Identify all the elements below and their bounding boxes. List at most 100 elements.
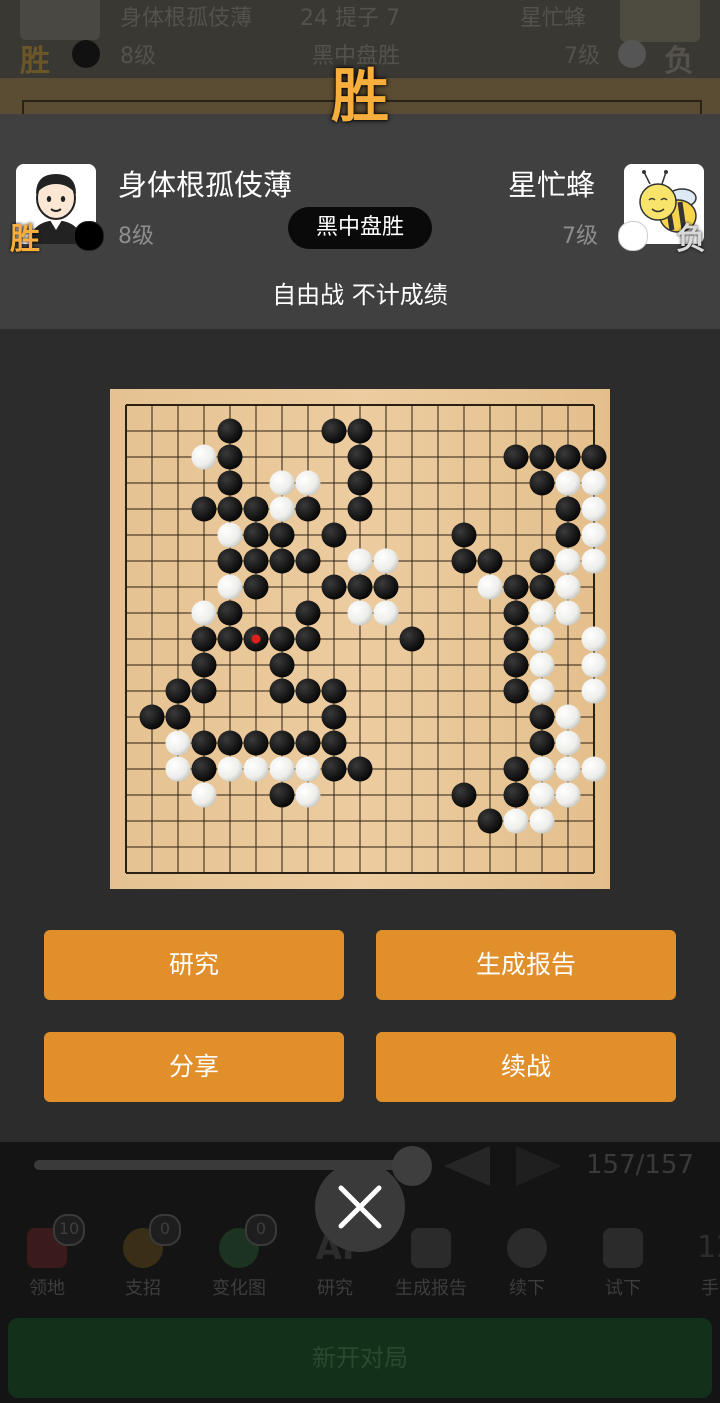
black-stone	[529, 470, 555, 496]
bg-white-lose-badge: 负	[664, 44, 694, 79]
bg-tool-variation: 0 变化图	[199, 1214, 279, 1300]
white-stone	[555, 548, 581, 574]
report-icon	[411, 1228, 451, 1268]
black-win-badge: 胜	[10, 222, 40, 257]
black-stone	[451, 522, 477, 548]
white-stone	[243, 756, 269, 782]
black-stone	[321, 418, 347, 444]
black-stone	[217, 600, 243, 626]
black-stone	[529, 444, 555, 470]
result-pill: 黑中盘胜	[288, 207, 432, 249]
white-stone	[217, 756, 243, 782]
black-stone	[451, 782, 477, 808]
bg-tool-label: 研究	[317, 1278, 353, 1299]
white-stone	[269, 496, 295, 522]
black-stone	[295, 548, 321, 574]
black-stone	[243, 730, 269, 756]
game-type-label: 自由战 不计成绩	[272, 281, 448, 309]
bg-tool-label: 支招	[125, 1278, 161, 1299]
study-button[interactable]: 研究	[44, 930, 344, 1000]
bg-tool-label: 生成报告	[395, 1278, 467, 1299]
white-stone	[581, 522, 607, 548]
white-player-rank: 7级	[562, 224, 598, 249]
white-stone	[555, 600, 581, 626]
black-stone	[477, 808, 503, 834]
black-stone	[529, 704, 555, 730]
white-stone	[529, 808, 555, 834]
share-button[interactable]: 分享	[44, 1032, 344, 1102]
white-stone	[555, 730, 581, 756]
white-stone	[269, 756, 295, 782]
bg-next-arrow-icon	[516, 1146, 562, 1186]
black-stone	[295, 496, 321, 522]
bg-white-name: 星忙蜂	[520, 6, 587, 31]
continue-battle-button[interactable]: 续战	[376, 1032, 676, 1102]
black-stone	[529, 574, 555, 600]
black-player-rank: 8级	[118, 224, 154, 249]
black-stone	[191, 652, 217, 678]
white-stone	[529, 678, 555, 704]
white-stone-icon	[618, 221, 648, 251]
black-stone	[217, 418, 243, 444]
bg-black-win-badge: 胜	[20, 44, 50, 79]
continue-icon	[507, 1228, 547, 1268]
white-stone	[191, 782, 217, 808]
black-stone	[165, 678, 191, 704]
black-stone	[295, 626, 321, 652]
bg-black-rank: 8级	[120, 44, 156, 69]
big-win-banner: 胜	[330, 62, 389, 130]
close-icon	[338, 1185, 382, 1229]
white-stone	[555, 574, 581, 600]
black-stone	[503, 626, 529, 652]
white-stone	[581, 626, 607, 652]
black-stone	[243, 496, 269, 522]
white-stone	[555, 782, 581, 808]
white-stone	[529, 756, 555, 782]
black-stone	[503, 756, 529, 782]
black-stone	[217, 730, 243, 756]
close-button[interactable]	[315, 1162, 405, 1252]
white-stone	[529, 652, 555, 678]
black-stone	[321, 574, 347, 600]
bg-tool-label: 试下	[605, 1278, 641, 1299]
black-stone-icon	[74, 221, 104, 251]
white-stone	[217, 574, 243, 600]
bg-tool-badge: 10	[53, 1214, 85, 1246]
black-stone	[503, 600, 529, 626]
black-stone	[191, 626, 217, 652]
bg-tool-hint: 0 支招	[103, 1214, 183, 1300]
white-stone	[373, 548, 399, 574]
last-move-marker	[251, 634, 261, 644]
black-stone	[321, 756, 347, 782]
white-stone	[529, 600, 555, 626]
black-stone	[321, 704, 347, 730]
bg-tool-badge: 0	[149, 1214, 181, 1246]
bg-tool-continue: 续下	[487, 1228, 567, 1300]
black-stone	[503, 678, 529, 704]
black-stone	[217, 444, 243, 470]
black-player-name: 身体根孤伎薄	[118, 168, 293, 202]
move-icon: 12	[697, 1230, 720, 1265]
white-stone	[503, 808, 529, 834]
black-stone	[503, 574, 529, 600]
bg-tool-territory: 10 领地	[7, 1214, 87, 1300]
black-stone	[529, 730, 555, 756]
bg-tool-move: 12 手	[679, 1228, 720, 1300]
black-stone	[217, 548, 243, 574]
white-stone	[581, 470, 607, 496]
black-stone	[139, 704, 165, 730]
white-stone	[347, 600, 373, 626]
bg-tool-label: 变化图	[212, 1278, 266, 1299]
black-stone	[269, 678, 295, 704]
black-stone	[451, 548, 477, 574]
white-stone	[581, 652, 607, 678]
black-stone	[295, 600, 321, 626]
generate-report-button[interactable]: 生成报告	[376, 930, 676, 1000]
go-board	[110, 389, 610, 889]
black-stone	[269, 548, 295, 574]
bg-black-avatar	[20, 0, 100, 40]
black-stone	[269, 730, 295, 756]
try-icon	[603, 1228, 643, 1268]
white-stone	[529, 626, 555, 652]
black-stone	[347, 418, 373, 444]
